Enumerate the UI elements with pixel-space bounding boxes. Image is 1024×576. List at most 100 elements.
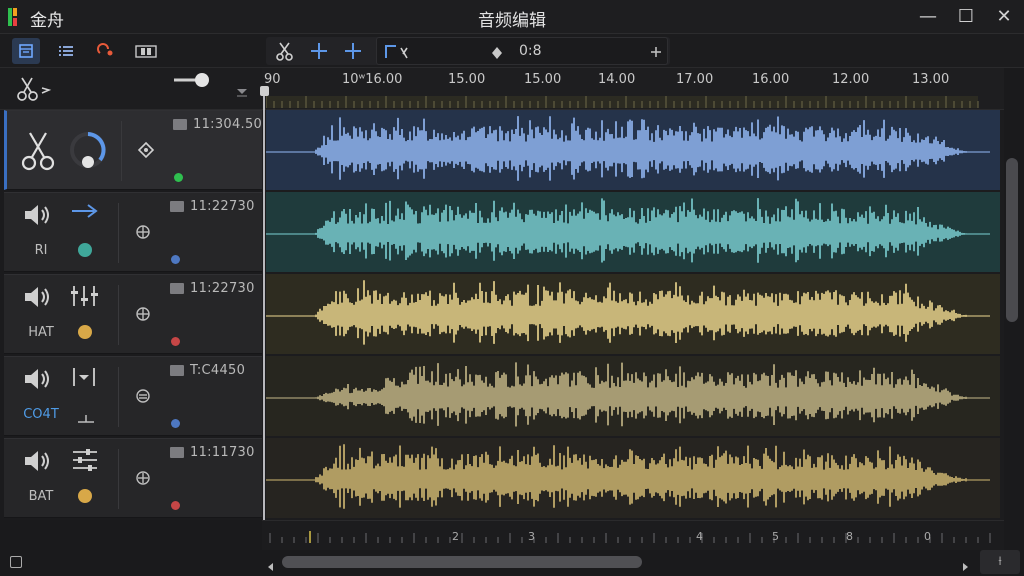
track-tool-row [0, 68, 262, 110]
track-tool-icon[interactable] [70, 283, 102, 313]
bottom-ruler-label: 2 [452, 530, 459, 543]
clip-icon [170, 201, 184, 212]
horizontal-scrollbar[interactable] [262, 552, 978, 574]
play-marker-icon[interactable] [491, 45, 503, 64]
track-header[interactable]: CO4T T:C4450 [4, 356, 262, 436]
status-checkbox[interactable] [10, 556, 22, 568]
waveform [266, 280, 990, 345]
close-button[interactable]: ✕ [990, 4, 1018, 30]
scroll-left-arrow-icon[interactable] [266, 557, 274, 576]
playhead-line[interactable] [263, 88, 265, 540]
volume-slider[interactable] [172, 70, 212, 88]
transport-box: 0:8 [376, 37, 668, 65]
track-lane[interactable] [266, 356, 1000, 436]
track-header[interactable]: BAT 11:11730 [4, 438, 262, 518]
timeline-view-icon[interactable] [12, 38, 40, 64]
waveform [266, 362, 990, 427]
clip-icon [170, 283, 184, 294]
maximize-button[interactable]: ☐ [952, 4, 980, 30]
bottom-ruler-label: 5 [772, 530, 779, 543]
vertical-scroll-thumb[interactable] [1006, 158, 1018, 322]
track-name: BAT [28, 489, 54, 504]
selection-tool-icon[interactable] [383, 42, 417, 66]
track-option-icon[interactable] [134, 387, 152, 409]
edit-toolbar: 0:8 [266, 37, 670, 65]
window-title: 音频编辑 [478, 11, 546, 31]
track-name: HAT [28, 325, 54, 340]
position-readout: 0:8 [519, 43, 542, 59]
ruler-label: 14.00 [598, 72, 636, 87]
horizontal-scroll-thumb[interactable] [282, 556, 642, 568]
list-view-icon[interactable] [52, 38, 80, 64]
track-divider [121, 121, 122, 181]
bottom-ruler[interactable]: 2 3 4 5 8 0 [262, 520, 1004, 550]
track-status-dot [171, 501, 180, 510]
ruler-label: 15.00 [524, 72, 562, 87]
cut-tool-icon[interactable] [274, 40, 296, 66]
bottom-ruler-label: 3 [528, 530, 535, 543]
track-header[interactable]: 11:304.50 [4, 110, 262, 190]
track-name: RI [34, 243, 48, 258]
record-icon[interactable] [92, 38, 120, 64]
app-name: 金舟 [30, 11, 64, 31]
track-tool-icon[interactable] [70, 201, 100, 225]
scissors-icon[interactable] [19, 129, 59, 177]
speaker-icon[interactable] [22, 365, 54, 397]
add-track-icon[interactable] [342, 40, 364, 66]
track-divider [118, 203, 119, 263]
ruler-label: 13.00 [912, 72, 950, 87]
track-option-icon[interactable] [134, 469, 152, 491]
track-option-icon[interactable] [134, 305, 152, 327]
track-lane[interactable] [266, 110, 1000, 190]
track-option-icon[interactable] [137, 141, 155, 163]
track-time: T:C4450 [190, 363, 246, 378]
speaker-icon[interactable] [22, 447, 54, 479]
track-time: 11:304.50 [193, 117, 263, 132]
track-divider [118, 285, 119, 345]
zoom-in-icon[interactable] [649, 44, 663, 63]
track-header[interactable]: HAT 11:22730 [4, 274, 262, 354]
scissors-tool-icon[interactable] [16, 76, 56, 106]
progress-knob-icon[interactable] [67, 129, 109, 175]
track-divider [118, 449, 119, 509]
ruler-label: 15.00 [448, 72, 486, 87]
app-logo-icon [8, 8, 22, 26]
filmstrip-icon[interactable] [132, 38, 160, 64]
waveform [266, 116, 990, 181]
track-color-dot [78, 489, 92, 503]
split-tool-button[interactable]: ⟊ [980, 550, 1020, 574]
track-lane[interactable] [266, 192, 1000, 272]
ruler-label: 12.00 [832, 72, 870, 87]
timeline-area[interactable]: 90 10ʷ16.00 15.00 15.00 14.00 17.00 16.00 12.00… [262, 68, 1004, 520]
track-color-dot [78, 243, 92, 257]
track-divider [118, 367, 119, 427]
add-marker-icon[interactable] [308, 40, 330, 66]
baseline-icon[interactable] [76, 409, 96, 428]
waveform [266, 198, 990, 263]
track-status-dot [174, 173, 183, 182]
speaker-icon[interactable] [22, 201, 54, 233]
track-status-dot [171, 337, 180, 346]
track-tool-icon[interactable] [70, 365, 100, 395]
dropdown-arrow-icon[interactable] [236, 82, 248, 101]
track-status-dot [171, 419, 180, 428]
playhead-handle[interactable] [260, 86, 269, 96]
track-color-dot [78, 325, 92, 339]
main-toolbar: 0:8 [0, 34, 1024, 68]
track-option-icon[interactable] [134, 223, 152, 245]
scroll-right-arrow-icon[interactable] [962, 557, 970, 576]
track-lane[interactable] [266, 438, 1000, 518]
track-header[interactable]: RI 11:22730 [4, 192, 262, 272]
time-ruler[interactable]: 90 10ʷ16.00 15.00 15.00 14.00 17.00 16.00 12.00… [262, 68, 1004, 110]
track-time: 11:22730 [190, 281, 255, 296]
speaker-icon[interactable] [22, 283, 54, 315]
minimize-button[interactable]: — [914, 4, 942, 30]
bottom-ruler-ticks [269, 531, 991, 543]
clip-icon [170, 365, 184, 376]
track-lane[interactable] [266, 274, 1000, 354]
vertical-scrollbar[interactable] [1004, 110, 1022, 520]
track-status-dot [171, 255, 180, 264]
clip-icon [173, 119, 187, 130]
track-tool-icon[interactable] [70, 447, 100, 477]
ruler-ticks [266, 96, 979, 108]
